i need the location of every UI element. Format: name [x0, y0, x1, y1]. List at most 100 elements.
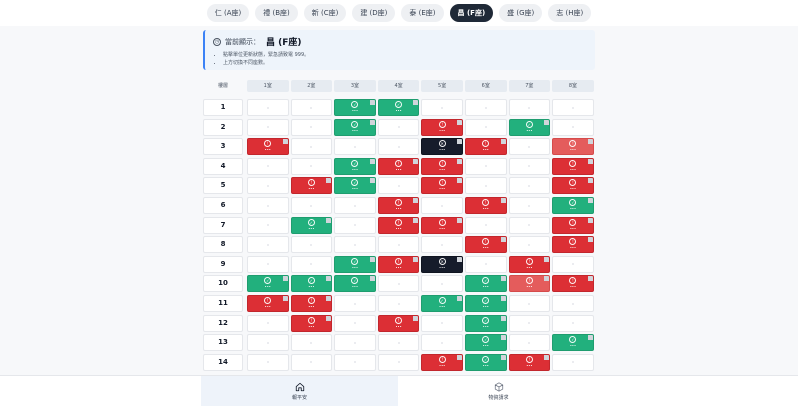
unit-cell[interactable]	[508, 138, 551, 156]
unit-cell[interactable]: ✓ •••	[334, 118, 376, 136]
unit-cell[interactable]: ✓ •••	[334, 99, 376, 116]
unit-cell[interactable]	[465, 99, 507, 116]
unit-cell[interactable]	[377, 138, 420, 156]
unit-cell[interactable]	[377, 275, 420, 293]
unit-cell[interactable]	[377, 118, 420, 136]
unit-cell[interactable]: ! •••	[290, 295, 333, 312]
tab-building-0[interactable]: 仁 (A座)	[206, 4, 250, 22]
unit-cell[interactable]	[247, 216, 289, 234]
unit-cell[interactable]: ! •••	[465, 138, 507, 156]
unit-cell[interactable]: ! •••	[552, 138, 594, 156]
unit-cell[interactable]	[247, 177, 289, 195]
unit-cell[interactable]: ✓ •••	[465, 334, 507, 352]
unit-cell[interactable]	[247, 334, 289, 352]
unit-cell[interactable]: ✕ •••	[421, 255, 463, 273]
unit-cell[interactable]	[465, 177, 507, 195]
unit-cell[interactable]	[247, 157, 289, 175]
unit-cell[interactable]	[508, 216, 551, 234]
unit-cell[interactable]	[334, 295, 376, 312]
unit-cell[interactable]	[334, 314, 376, 332]
unit-cell[interactable]: ✓ •••	[421, 295, 463, 312]
unit-cell[interactable]: ! •••	[552, 236, 594, 254]
unit-cell[interactable]	[247, 255, 289, 273]
unit-cell[interactable]: ✓ •••	[465, 295, 507, 312]
unit-cell[interactable]	[247, 353, 289, 371]
unit-cell[interactable]: ! •••	[377, 157, 420, 175]
unit-cell[interactable]: ! •••	[290, 314, 333, 332]
unit-cell[interactable]	[421, 334, 463, 352]
unit-cell[interactable]	[377, 177, 420, 195]
tab-building-7[interactable]: 志 (H座)	[548, 4, 592, 22]
unit-cell[interactable]	[465, 255, 507, 273]
unit-cell[interactable]	[290, 255, 333, 273]
unit-cell[interactable]: ✓ •••	[334, 177, 376, 195]
unit-cell[interactable]: ✓ •••	[290, 275, 333, 293]
unit-cell[interactable]	[465, 118, 507, 136]
unit-cell[interactable]: ! •••	[552, 216, 594, 234]
unit-cell[interactable]	[334, 197, 376, 214]
tab-building-1[interactable]: 禮 (B座)	[255, 4, 298, 22]
unit-cell[interactable]: ! •••	[377, 216, 420, 234]
unit-cell[interactable]	[508, 334, 551, 352]
unit-cell[interactable]	[247, 314, 289, 332]
unit-cell[interactable]: ! •••	[421, 118, 463, 136]
unit-cell[interactable]: ! •••	[421, 177, 463, 195]
nav-report-safe[interactable]: 報平安	[201, 376, 398, 406]
unit-cell[interactable]	[465, 157, 507, 175]
tab-building-6[interactable]: 盛 (G座)	[499, 4, 543, 22]
unit-cell[interactable]	[465, 216, 507, 234]
unit-cell[interactable]: ! •••	[421, 353, 463, 371]
unit-cell[interactable]	[334, 138, 376, 156]
unit-cell[interactable]	[552, 255, 594, 273]
unit-cell[interactable]: ✓ •••	[334, 275, 376, 293]
unit-cell[interactable]: ! •••	[508, 255, 551, 273]
unit-cell[interactable]: ✓ •••	[465, 314, 507, 332]
unit-cell[interactable]: ! •••	[465, 197, 507, 214]
unit-cell[interactable]	[552, 295, 594, 312]
unit-cell[interactable]	[334, 236, 376, 254]
unit-cell[interactable]	[421, 197, 463, 214]
unit-cell[interactable]	[247, 236, 289, 254]
unit-cell[interactable]: ! •••	[552, 275, 594, 293]
unit-cell[interactable]	[377, 353, 420, 371]
unit-cell[interactable]	[421, 236, 463, 254]
unit-cell[interactable]: ✓ •••	[465, 353, 507, 371]
unit-cell[interactable]	[290, 118, 333, 136]
unit-cell[interactable]: ! •••	[465, 236, 507, 254]
unit-cell[interactable]: ✓ •••	[377, 99, 420, 116]
unit-cell[interactable]: ! •••	[377, 314, 420, 332]
unit-cell[interactable]: ✓ •••	[508, 118, 551, 136]
unit-cell[interactable]: ! •••	[552, 177, 594, 195]
unit-cell[interactable]	[508, 314, 551, 332]
tab-building-3[interactable]: 建 (D座)	[352, 4, 396, 22]
unit-cell[interactable]	[247, 197, 289, 214]
unit-cell[interactable]	[421, 275, 463, 293]
unit-cell[interactable]	[290, 197, 333, 214]
nav-supply-request[interactable]: 物資請求	[400, 376, 597, 406]
unit-cell[interactable]	[377, 236, 420, 254]
unit-cell[interactable]	[508, 236, 551, 254]
unit-cell[interactable]: ! •••	[377, 197, 420, 214]
tab-building-4[interactable]: 泰 (E座)	[401, 4, 444, 22]
unit-cell[interactable]	[377, 334, 420, 352]
unit-cell[interactable]	[290, 236, 333, 254]
unit-cell[interactable]	[552, 314, 594, 332]
unit-cell[interactable]	[508, 157, 551, 175]
unit-cell[interactable]	[247, 118, 289, 136]
unit-cell[interactable]: ✓ •••	[465, 275, 507, 293]
unit-cell[interactable]: ! •••	[377, 255, 420, 273]
unit-cell[interactable]: ! •••	[290, 177, 333, 195]
unit-cell[interactable]: ! •••	[421, 216, 463, 234]
unit-cell[interactable]	[421, 99, 463, 116]
unit-cell[interactable]	[421, 314, 463, 332]
unit-cell[interactable]	[247, 99, 289, 116]
unit-cell[interactable]: ✓ •••	[334, 255, 376, 273]
unit-cell[interactable]	[508, 99, 551, 116]
unit-cell[interactable]	[290, 334, 333, 352]
unit-cell[interactable]: ✓ •••	[334, 157, 376, 175]
unit-cell[interactable]: ✕ •••	[421, 138, 463, 156]
unit-cell[interactable]	[290, 138, 333, 156]
unit-cell[interactable]: ! •••	[421, 157, 463, 175]
tab-building-5[interactable]: 昌 (F座)	[449, 4, 494, 22]
unit-cell[interactable]	[508, 197, 551, 214]
